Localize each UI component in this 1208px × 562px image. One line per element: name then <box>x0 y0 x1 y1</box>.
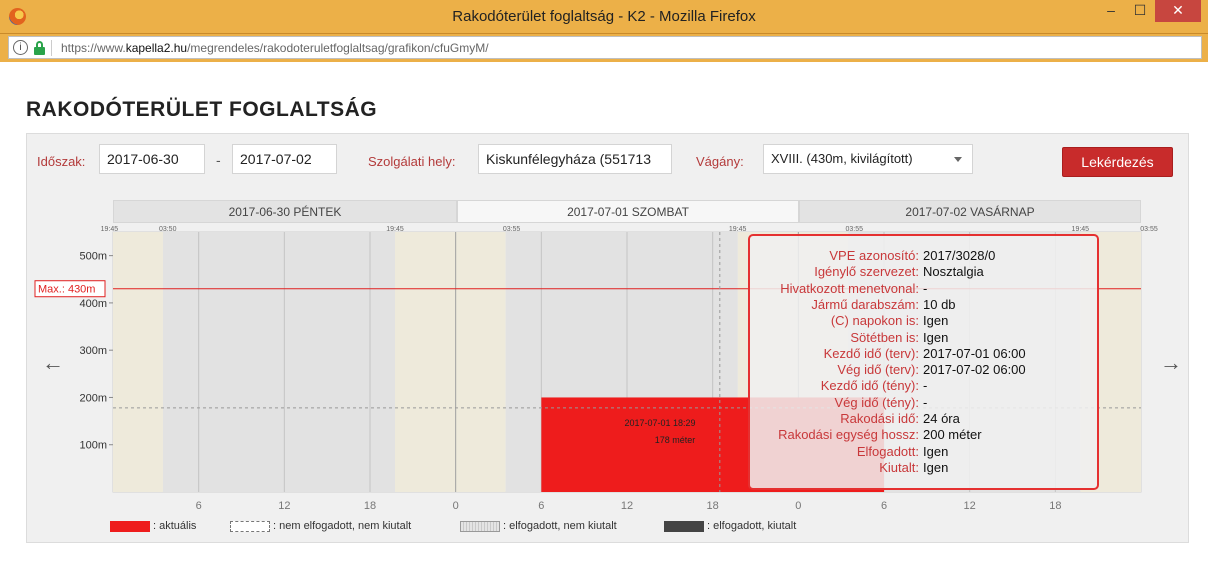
y-tick-label: 300m <box>79 345 107 357</box>
sun-time-label: 19:45 <box>386 226 404 233</box>
night-band <box>455 232 506 492</box>
tooltip-key: (C) napokon is: <box>830 313 919 329</box>
tooltip-key: Vég idő (terv): <box>837 362 919 378</box>
legend-item-accepted-assigned: : elfogadott, kiutalt <box>664 520 796 532</box>
legend-label: : elfogadott, kiutalt <box>707 520 797 532</box>
x-tick-label: 18 <box>364 500 376 512</box>
legend-swatch <box>460 520 500 532</box>
tooltip-value: - <box>923 394 928 410</box>
tooltip-row: Rakodási idő: 24 óra <box>750 411 1101 427</box>
day-band <box>162 232 395 492</box>
tooltip-row: Kezdő idő (terv): 2017-07-01 06:00 <box>750 346 1101 362</box>
tooltip-row: Kiutalt: Igen <box>750 460 1101 476</box>
x-tick-label: 12 <box>278 500 290 512</box>
tooltip-key: Jármű darabszám: <box>811 296 919 312</box>
sun-time-label: 03:55 <box>503 226 521 233</box>
x-tick-label: 12 <box>621 500 633 512</box>
tooltip-key: Vég idő (tény): <box>834 394 919 410</box>
tooltip-row: (C) napokon is: Igen <box>750 313 1101 329</box>
tooltip-key: Sötétben is: <box>850 329 919 345</box>
x-tick-label: 6 <box>881 500 887 512</box>
tooltip-key: Elfogadott: <box>856 443 919 459</box>
tooltip-key: Rakodási egység hossz: <box>778 427 919 443</box>
tooltip-row: Igénylő szervezet: Nosztalgia <box>750 264 1101 280</box>
tooltip-row: Hivatkozott menetvonal: - <box>750 281 1101 297</box>
legend-item-current: : aktuális <box>110 520 196 532</box>
hover-value-label: 178 méter <box>655 435 696 445</box>
legend-item-not-accepted: : nem elfogadott, nem kiutalt <box>230 520 411 532</box>
sun-time-label: 19:45 <box>729 226 747 233</box>
tooltip-value: 10 db <box>923 296 956 312</box>
tooltip-key: Kiutalt: <box>879 459 919 475</box>
sun-time-label: 19:45 <box>101 226 119 233</box>
legend-swatch <box>230 520 270 532</box>
x-tick-label: 6 <box>538 500 544 512</box>
max-label: Max.: 430m <box>38 284 95 296</box>
tooltip-row: Jármű darabszám: 10 db <box>750 297 1101 313</box>
y-tick-label: 500m <box>79 251 107 263</box>
tooltip-value: 2017-07-01 06:00 <box>923 345 1026 361</box>
legend-swatch <box>110 520 150 532</box>
tooltip-value: - <box>923 378 928 394</box>
legend-label: : elfogadott, nem kiutalt <box>503 520 617 532</box>
tooltip-value: 2017-07-02 06:00 <box>923 362 1026 378</box>
x-tick-label: 0 <box>795 500 801 512</box>
tooltip-value: Nosztalgia <box>923 264 984 280</box>
tooltip-row: Rakodási egység hossz: 200 méter <box>750 427 1101 443</box>
tooltip-key: Kezdő idő (terv): <box>823 345 919 361</box>
legend-item-accepted-not-assigned: : elfogadott, nem kiutalt <box>460 520 617 532</box>
hover-time-label: 2017-07-01 18:29 <box>624 418 695 428</box>
tooltip-row: VPE azonosító: 2017/3028/0 <box>750 248 1101 264</box>
x-tick-label: 18 <box>1049 500 1061 512</box>
tooltip-key: Rakodási idő: <box>840 411 919 426</box>
x-tick-label: 18 <box>707 500 719 512</box>
tooltip-key: Kezdő idő (tény): <box>820 378 919 394</box>
y-tick-label: 400m <box>79 298 107 310</box>
tooltip-value: 2017/3028/0 <box>923 248 996 263</box>
night-band <box>394 232 456 492</box>
sun-time-label: 03:50 <box>159 226 177 233</box>
tooltip-value: - <box>923 280 928 296</box>
y-tick-label: 200m <box>79 392 107 404</box>
sun-time-label: 19:45 <box>1072 226 1090 233</box>
tooltip-row: Kezdő idő (tény): - <box>750 378 1101 394</box>
tooltip-row: Vég idő (terv): 2017-07-02 06:00 <box>750 362 1101 378</box>
x-tick-label: 12 <box>964 500 976 512</box>
sun-time-label: 03:55 <box>845 226 863 233</box>
sun-time-label: 03:55 <box>1140 226 1158 233</box>
tooltip-row: Elfogadott: Igen <box>750 444 1101 460</box>
x-tick-label: 6 <box>196 500 202 512</box>
legend-label: : aktuális <box>153 520 197 532</box>
tooltip-row: Sötétben is: Igen <box>750 330 1101 346</box>
tooltip-value: Igen <box>923 443 949 459</box>
tooltip-value: 24 óra <box>923 411 960 426</box>
legend-swatch <box>664 520 704 532</box>
night-band <box>113 232 163 492</box>
tooltip-key: Igénylő szervezet: <box>814 264 919 280</box>
y-tick-label: 100m <box>79 440 107 452</box>
tooltip-value: 200 méter <box>923 427 982 443</box>
tooltip-value: Igen <box>923 329 949 345</box>
tooltip-value: Igen <box>923 313 949 329</box>
reservation-tooltip: VPE azonosító: 2017/3028/0 Igénylő szervez… <box>748 234 1099 490</box>
legend-label: : nem elfogadott, nem kiutalt <box>273 520 412 532</box>
tooltip-key: VPE azonosító: <box>829 248 919 263</box>
x-tick-label: 0 <box>453 500 459 512</box>
tooltip-key: Hivatkozott menetvonal: <box>780 280 919 296</box>
tooltip-row: Vég idő (tény): - <box>750 395 1101 411</box>
tooltip-value: Igen <box>923 459 949 475</box>
